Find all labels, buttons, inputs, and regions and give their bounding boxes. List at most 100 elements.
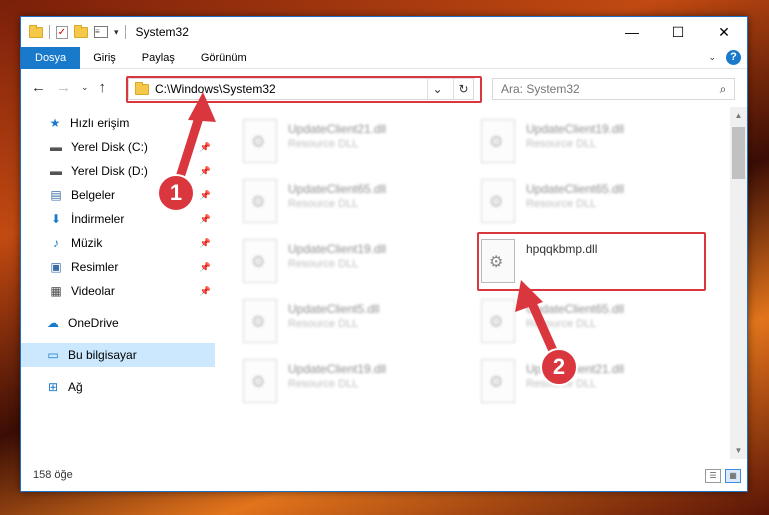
file-item[interactable]: UpdateClient65.dll Resource DLL [455,175,685,227]
details-view-icon[interactable]: ☰ [705,469,721,483]
sidebar-item-label: İndirmeler [71,212,125,226]
cloud-icon: ☁ [47,316,59,330]
file-item[interactable]: UpdateClient21.dll Resource DLL [217,115,447,167]
file-name: UpdateClient65.dll [526,302,625,316]
pin-icon[interactable]: 📌 [200,286,211,297]
status-bar: 158 öğe ☰ ▦ [21,459,747,491]
maximize-button[interactable]: ☐ [655,17,701,47]
help-icon[interactable]: ? [726,50,741,65]
file-type: Resource DLL [288,378,359,390]
vertical-scrollbar[interactable]: ▲ ▼ [730,107,747,459]
file-name: UpdateClient65.dll [288,182,387,196]
pin-icon[interactable]: 📌 [200,190,211,201]
dll-file-icon [481,119,515,163]
dll-file-icon [243,179,277,223]
large-icons-view-icon[interactable]: ▦ [725,469,741,483]
folder-icon [29,24,43,38]
file-type: Resource DLL [526,138,597,150]
file-item[interactable]: UpdateClient19.dll Resource DLL [217,355,447,407]
documents-icon: ▤ [50,188,62,202]
up-button[interactable]: ↑ [99,79,107,96]
pin-icon[interactable]: 📌 [200,142,211,153]
dll-file-icon [243,239,277,283]
file-type: Resource DLL [288,318,359,330]
file-name: UpdateClient65.dll [526,182,625,196]
pin-icon[interactable]: 📌 [200,214,211,225]
music-icon: ♪ [53,236,59,250]
sidebar-item-label: Resimler [71,260,119,274]
video-icon: ▦ [50,284,62,298]
file-type: Resource DLL [526,318,597,330]
file-type: Resource DLL [288,138,359,150]
pin-icon[interactable]: 📌 [200,262,211,273]
divider [49,25,50,39]
sidebar-item[interactable]: ☁ OneDrive [21,311,215,335]
sidebar-item[interactable]: ▦ Videolar 📌 [21,279,215,303]
tab-home[interactable]: Giriş [80,47,129,69]
divider [124,25,126,39]
chevron-down-icon[interactable]: ▾ [114,27,119,38]
file-name: UpdateClient19.dll [526,122,625,136]
dll-file-icon [243,299,277,343]
file-item[interactable]: UpdateClient65.dll Resource DLL [217,175,447,227]
properties-check-icon[interactable]: ✓ [56,25,68,39]
minimize-button[interactable]: — [609,17,655,47]
step-1-badge: 1 [157,174,195,212]
file-type: Resource DLL [288,258,359,270]
tab-file[interactable]: Dosya [21,46,81,69]
ribbon-tabs: Dosya Giriş Paylaş Görünüm ⌄ ? [21,46,747,69]
sidebar-item-label: Hızlı erişim [70,116,130,130]
sidebar-item[interactable]: ▣ Resimler 📌 [21,255,215,279]
pin-icon[interactable]: 📌 [200,238,211,249]
scroll-down-icon[interactable]: ▼ [730,442,747,459]
file-highlight [477,232,706,291]
search-input[interactable] [501,82,712,96]
expand-ribbon-icon[interactable]: ⌄ [708,52,716,63]
navigation-bar: ← → ⌄ ↑ C:\Windows\System32 ⌄ ↻ ⌕ [21,69,747,105]
file-type: Resource DLL [526,378,597,390]
window-title: System32 [135,25,189,39]
sidebar-item[interactable]: ▬ Yerel Disk (C:) 📌 [21,135,215,159]
computer-icon: ▭ [47,348,59,362]
drive-icon: ▬ [50,140,62,154]
navigation-pane: ★ Hızlı erişim ▬ Yerel Disk (C:) 📌 ▬ Yerel Dis… [21,107,215,459]
tab-view[interactable]: Görünüm [188,47,260,69]
network-icon: ⊞ [47,380,59,394]
sidebar-item[interactable]: ▭ Bu bilgisayar [21,343,215,367]
file-item[interactable]: UpdateClient65.dll Resource DLL [455,295,685,347]
sidebar-item-label: Yerel Disk (D:) [71,164,148,178]
quick-access-toolbar: ✓ ≡ ▾ [21,24,126,39]
sidebar-item[interactable]: ⊞ Ağ [21,375,215,399]
file-item[interactable]: UpdateClient5.dll Resource DLL [217,295,447,347]
sidebar-item-label: OneDrive [68,316,119,330]
search-icon[interactable]: ⌕ [712,82,734,97]
dll-file-icon [481,179,515,223]
customize-toolbar-icon[interactable]: ≡ [94,26,108,38]
file-item[interactable]: UpdateClient19.dll Resource DLL [455,115,685,167]
sidebar-item-label: Videolar [71,284,115,298]
scroll-up-icon[interactable]: ▲ [730,107,747,124]
drive-icon: ▬ [50,164,62,178]
close-button[interactable]: ✕ [701,17,747,47]
sidebar-item-label: Müzik [71,236,103,250]
scroll-thumb[interactable] [732,127,745,179]
tab-share[interactable]: Paylaş [129,47,188,69]
forward-button[interactable]: → [56,79,71,96]
sidebar-item-label: Belgeler [71,188,116,202]
sidebar-item-label: Ağ [68,380,83,394]
recent-locations-button[interactable]: ⌄ [81,82,89,93]
sidebar-item[interactable]: ⬇ İndirmeler 📌 [21,207,215,231]
file-name: UpdateClient19.dll [288,362,387,376]
file-item[interactable]: UpdateClient19.dll Resource DLL [217,235,447,287]
title-bar: ✓ ≡ ▾ System32 — ☐ ✕ [21,17,747,47]
pictures-icon: ▣ [50,260,62,274]
sidebar-item-label: Yerel Disk (C:) [71,140,148,154]
sidebar-item[interactable]: ♪ Müzik 📌 [21,231,215,255]
file-name: UpdateClient21.dll [288,122,387,136]
new-folder-icon[interactable] [74,24,88,38]
pin-icon[interactable]: 📌 [200,166,211,177]
search-box[interactable]: ⌕ [492,78,735,100]
sidebar-item[interactable]: ★ Hızlı erişim [21,111,215,135]
item-count: 158 öğe [33,469,73,481]
back-button[interactable]: ← [31,79,46,96]
